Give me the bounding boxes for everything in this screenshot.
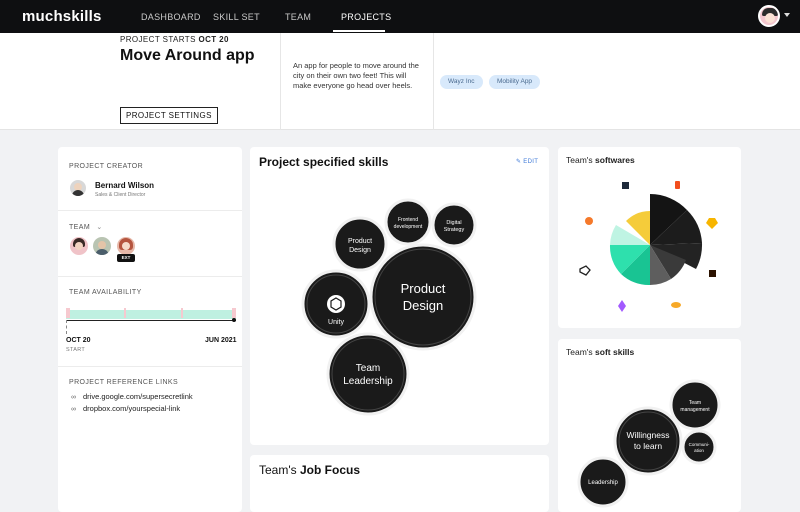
blender-icon	[585, 217, 593, 225]
skill-bubble-team-leadership[interactable]: Team Leadership	[326, 332, 410, 416]
skill-bubble-product-design-small[interactable]: Product Design	[332, 216, 388, 272]
softwares-radial-chart	[579, 181, 718, 312]
nav-skill-set[interactable]: SKILL SET	[213, 12, 260, 22]
link-icon: ∞	[71, 394, 76, 401]
soft-skill-bubble-communication[interactable]: Communi- ation	[681, 429, 717, 465]
unity-icon	[579, 265, 591, 276]
soft-skill-bubble-team-management[interactable]: Team management	[669, 379, 721, 431]
soft-skills-bubble-chart: Willingness to learn Team management Lea…	[577, 379, 721, 508]
tag-mobility-app[interactable]: Mobility App	[489, 75, 541, 89]
availability-end-date: JUN 2021	[205, 337, 237, 344]
tag-wayz-inc[interactable]: Wayz Inc	[440, 75, 483, 89]
svg-text:Leadership: Leadership	[588, 480, 618, 486]
svg-text:Team: Team	[356, 363, 380, 374]
creator-name[interactable]: Bernard Wilson	[95, 181, 154, 190]
header-divider	[280, 33, 281, 130]
soft-skill-bubble-willingness[interactable]: Willingness to learn	[613, 406, 683, 476]
reference-link[interactable]: ∞ drive.google.com/supersecretlink	[71, 392, 193, 401]
team-member-avatar[interactable]	[93, 237, 111, 255]
svg-text:development: development	[394, 224, 423, 230]
lightroom-icon	[622, 182, 629, 189]
project-info-card	[58, 147, 242, 512]
availability-start-caption: START	[66, 347, 86, 353]
skills-bubble-chart: Product Design Team Leadership Unity Pro…	[301, 198, 477, 416]
nav-dashboard[interactable]: DASHBOARD	[141, 12, 201, 22]
team-member-avatar[interactable]	[70, 237, 88, 255]
app-logo[interactable]: muchskills	[22, 8, 102, 25]
project-settings-button[interactable]: PROJECT SETTINGS	[120, 107, 218, 124]
user-avatar[interactable]	[758, 5, 780, 27]
availability-marker	[181, 308, 183, 318]
availability-end-dot	[232, 318, 236, 322]
svg-text:Leadership: Leadership	[343, 376, 393, 387]
availability-marker	[232, 308, 236, 318]
sketch-icon	[706, 218, 718, 229]
affinity-icon	[618, 300, 626, 312]
team-label: TEAM ⌄	[69, 224, 103, 231]
illustrator-icon	[709, 270, 716, 277]
svg-text:Frontend: Frontend	[398, 217, 418, 223]
creator-label: PROJECT CREATOR	[69, 163, 144, 170]
active-nav-indicator	[333, 30, 385, 32]
skill-bubble-product-design-large[interactable]: Product Design	[369, 243, 477, 351]
svg-text:to learn: to learn	[634, 441, 663, 451]
svg-text:Design: Design	[349, 247, 371, 254]
links-label: PROJECT REFERENCE LINKS	[69, 379, 179, 386]
svg-text:management: management	[680, 407, 710, 413]
nav-projects[interactable]: PROJECTS	[341, 12, 391, 22]
page-title: Move Around app	[120, 47, 255, 64]
chevron-down-icon[interactable]: ⌄	[96, 224, 102, 231]
availability-axis	[66, 320, 236, 321]
svg-text:Digital: Digital	[446, 220, 461, 226]
svg-text:Team: Team	[689, 400, 701, 406]
reference-link[interactable]: ∞ dropbox.com/yourspecial-link	[71, 404, 180, 413]
job-focus-title: Team's Job Focus	[259, 463, 360, 477]
divider	[58, 210, 242, 211]
svg-text:Communi-: Communi-	[689, 442, 710, 447]
divider	[58, 276, 242, 277]
team-member-avatar[interactable]	[117, 237, 135, 255]
svg-text:Strategy: Strategy	[444, 227, 465, 233]
nav-team[interactable]: TEAM	[285, 12, 311, 22]
availability-marker	[66, 308, 70, 318]
figma-icon	[675, 181, 680, 189]
availability-marker	[124, 308, 126, 318]
creator-avatar[interactable]	[70, 180, 86, 196]
top-navigation: muchskills DASHBOARD SKILL SET TEAM PROJ…	[0, 0, 800, 33]
chevron-down-icon[interactable]	[784, 13, 790, 17]
svg-text:Product: Product	[348, 238, 372, 245]
availability-start-date: OCT 20	[66, 337, 91, 344]
svg-text:Product: Product	[401, 281, 446, 296]
svg-text:Willingness: Willingness	[627, 430, 670, 440]
svg-text:Unity: Unity	[328, 319, 344, 326]
svg-text:Design: Design	[403, 298, 443, 313]
soft-skill-bubble-leadership[interactable]: Leadership	[577, 456, 629, 508]
project-start-label: PROJECT STARTS OCT 20	[120, 35, 229, 44]
availability-label: TEAM AVAILABILITY	[69, 289, 142, 296]
availability-bar	[66, 310, 236, 319]
link-icon: ∞	[71, 406, 76, 413]
project-description: An app for people to move around the cit…	[293, 61, 419, 90]
skill-bubble-digital-strategy[interactable]: Digital Strategy	[431, 202, 477, 248]
skill-bubble-frontend-development[interactable]: Frontend development	[384, 198, 432, 246]
divider	[58, 366, 242, 367]
svg-text:ation: ation	[694, 448, 704, 453]
app-icon	[671, 302, 681, 308]
header-divider	[433, 33, 434, 130]
external-badge: EXT	[117, 254, 135, 262]
creator-role: Sales & Client Director	[95, 192, 146, 198]
availability-start-line	[66, 320, 67, 334]
skill-bubble-unity[interactable]: Unity	[301, 269, 371, 339]
